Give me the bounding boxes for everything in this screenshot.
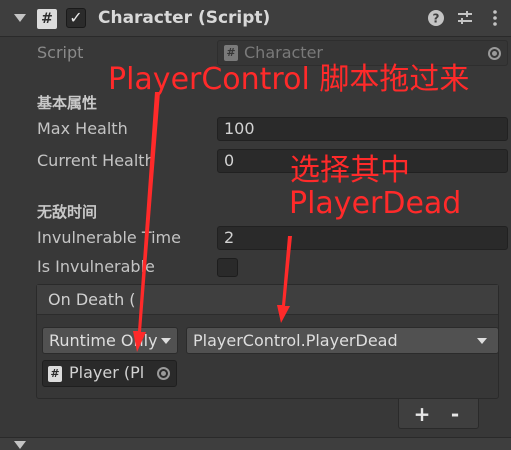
annotation-arrows (133, 92, 292, 352)
arrow-to-object-field (133, 92, 160, 352)
arrow-to-function-dropdown (277, 236, 292, 323)
